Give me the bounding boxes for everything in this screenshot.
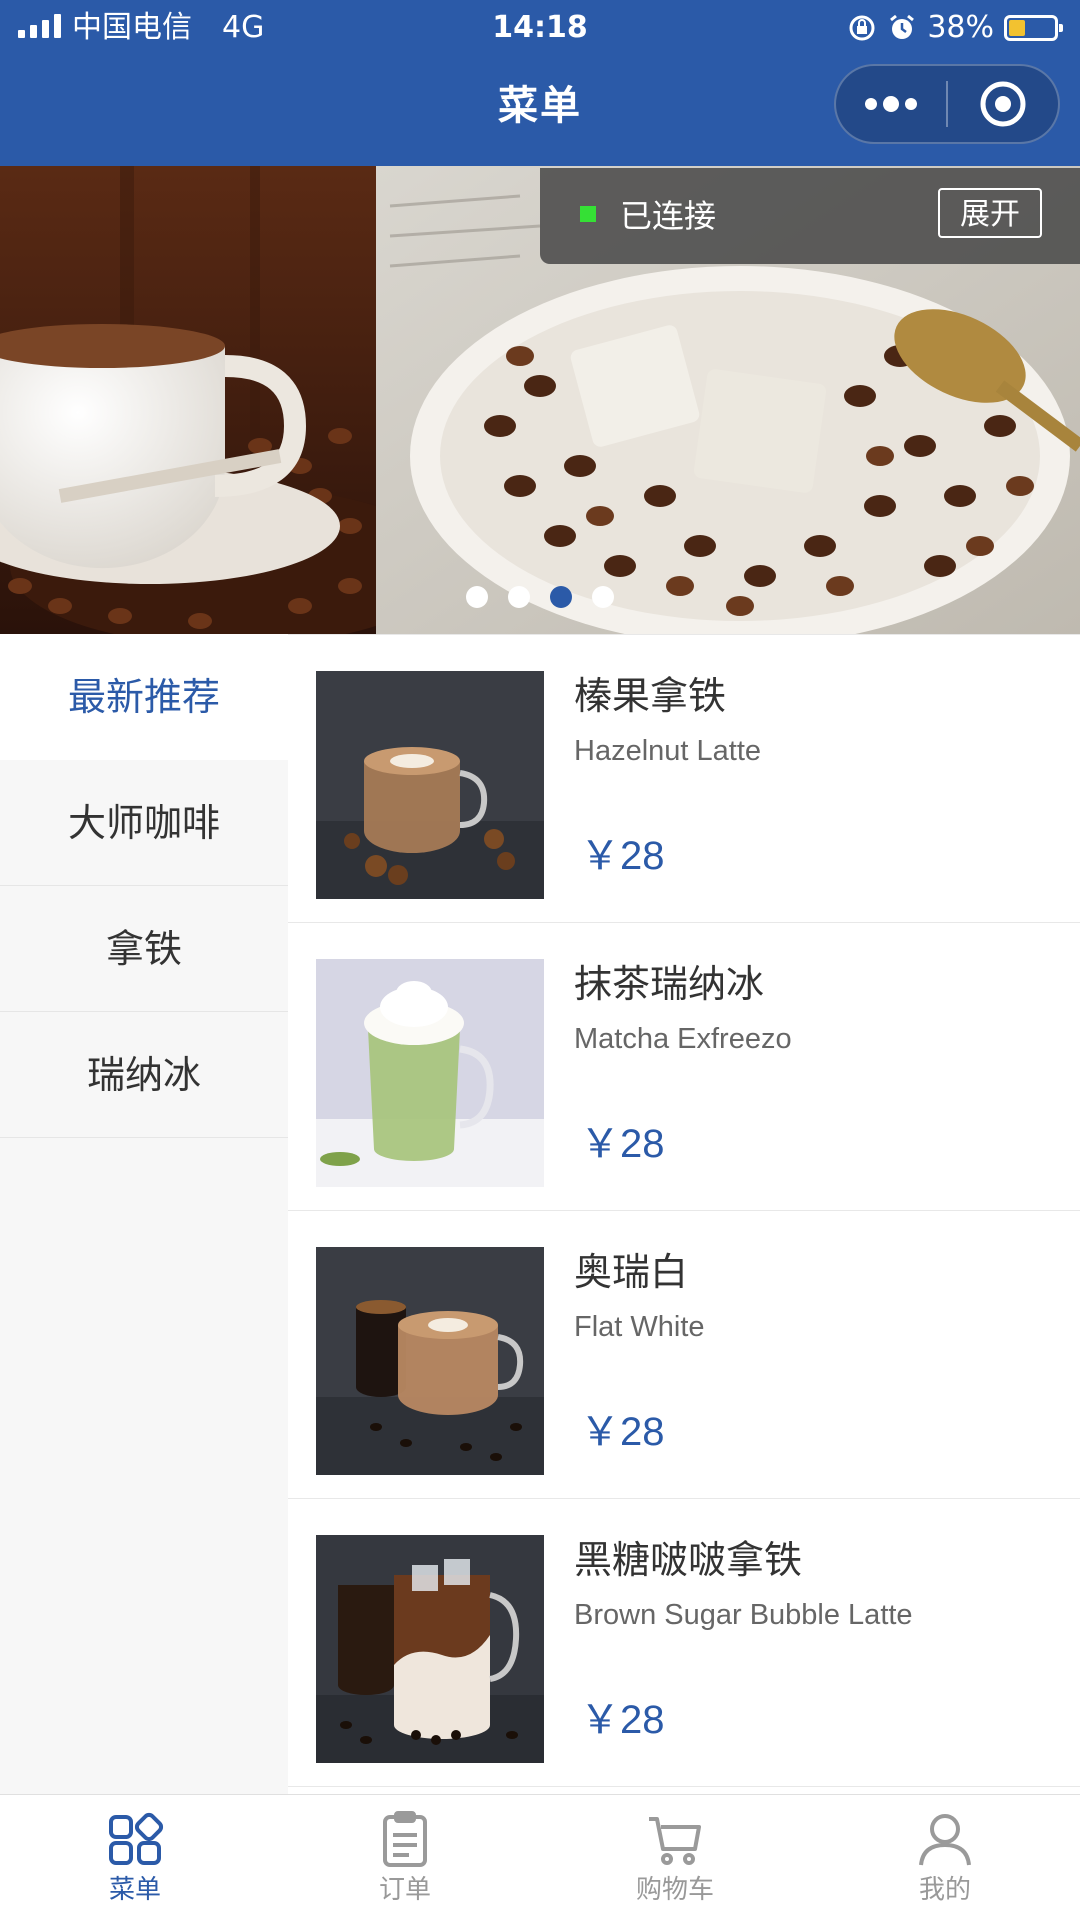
product-name-cn: 榛果拿铁	[574, 674, 727, 718]
product-name-cn: 黑糖啵啵拿铁	[574, 1538, 803, 1582]
connected-indicator-icon	[580, 206, 596, 222]
product-item[interactable]: 抹茶瑞纳冰 Matcha Exfreezo ￥28	[288, 923, 1080, 1211]
product-image-brown-sugar-bubble-latte	[316, 1535, 544, 1763]
carousel-indicators	[0, 586, 1080, 608]
connection-status-panel: 已连接 展开	[540, 168, 1080, 264]
menu-grid-icon	[109, 1812, 164, 1865]
tab-label: 订单	[378, 1875, 431, 1905]
carousel-dot[interactable]	[466, 586, 488, 608]
tab-label: 我的	[918, 1875, 971, 1905]
product-name-en: Hazelnut Latte	[574, 735, 762, 767]
close-miniprogram-button[interactable]	[948, 66, 1058, 142]
category-sidebar: 最新推荐 大师咖啡 拿铁 瑞纳冰	[0, 634, 288, 1794]
bottom-tab-bar: 菜单 订单 购物车 我的	[0, 1794, 1080, 1920]
cart-icon	[649, 1817, 701, 1865]
category-item-exfreezo[interactable]: 瑞纳冰	[0, 1012, 288, 1138]
product-price: ￥28	[580, 1410, 665, 1454]
battery-icon	[1004, 15, 1063, 41]
product-name-en: Brown Sugar Bubble Latte	[574, 1599, 913, 1631]
alarm-icon	[890, 14, 915, 39]
product-name-en: Flat White	[574, 1311, 705, 1343]
target-circle-icon	[980, 81, 1026, 127]
tab-profile[interactable]: 我的	[810, 1795, 1080, 1920]
order-clipboard-icon	[383, 1811, 427, 1867]
status-icons: 38%	[847, 10, 1063, 46]
tab-label: 菜单	[108, 1875, 161, 1905]
carousel-dot-active[interactable]	[550, 586, 572, 608]
product-item[interactable]: 黑糖啵啵拿铁 Brown Sugar Bubble Latte ￥28	[288, 1499, 1080, 1787]
status-bar: 中国电信 4G 14:18 38%	[0, 0, 1080, 56]
product-name-cn: 奥瑞白	[574, 1250, 689, 1294]
rotation-lock-icon	[849, 15, 875, 41]
user-icon	[919, 1814, 971, 1866]
category-item-latte[interactable]: 拿铁	[0, 886, 288, 1012]
product-image-hazelnut-latte	[316, 671, 544, 899]
product-image-flat-white	[316, 1247, 544, 1475]
miniprogram-capsule	[834, 64, 1060, 144]
more-button[interactable]	[836, 66, 946, 142]
tab-cart[interactable]: 购物车	[540, 1795, 810, 1920]
product-image-matcha-exfreezo	[316, 959, 544, 1187]
product-list: 榛果拿铁 Hazelnut Latte ￥28 抹茶瑞纳冰 Matcha Exf…	[288, 634, 1080, 1794]
product-item[interactable]: 奥瑞白 Flat White ￥28	[288, 1211, 1080, 1499]
battery-percent: 38%	[927, 10, 994, 45]
category-item-recommended[interactable]: 最新推荐	[0, 634, 288, 760]
product-price: ￥28	[580, 834, 665, 878]
top-bar: 中国电信 4G 14:18 38% 菜单	[0, 0, 1080, 166]
carousel-dot[interactable]	[508, 586, 530, 608]
connection-status-text: 已连接	[620, 197, 717, 235]
carousel-dot[interactable]	[592, 586, 614, 608]
category-item-master-coffee[interactable]: 大师咖啡	[0, 760, 288, 886]
tab-orders[interactable]: 订单	[270, 1795, 540, 1920]
tab-label: 购物车	[635, 1875, 714, 1905]
product-item[interactable]: 榛果拿铁 Hazelnut Latte ￥28	[288, 635, 1080, 923]
product-price: ￥28	[580, 1698, 665, 1742]
product-name-cn: 抹茶瑞纳冰	[574, 962, 765, 1006]
tab-menu[interactable]: 菜单	[0, 1795, 270, 1920]
product-price: ￥28	[580, 1122, 665, 1166]
product-name-en: Matcha Exfreezo	[574, 1023, 792, 1055]
more-dots-icon	[865, 96, 917, 112]
expand-button[interactable]: 展开	[938, 188, 1042, 238]
